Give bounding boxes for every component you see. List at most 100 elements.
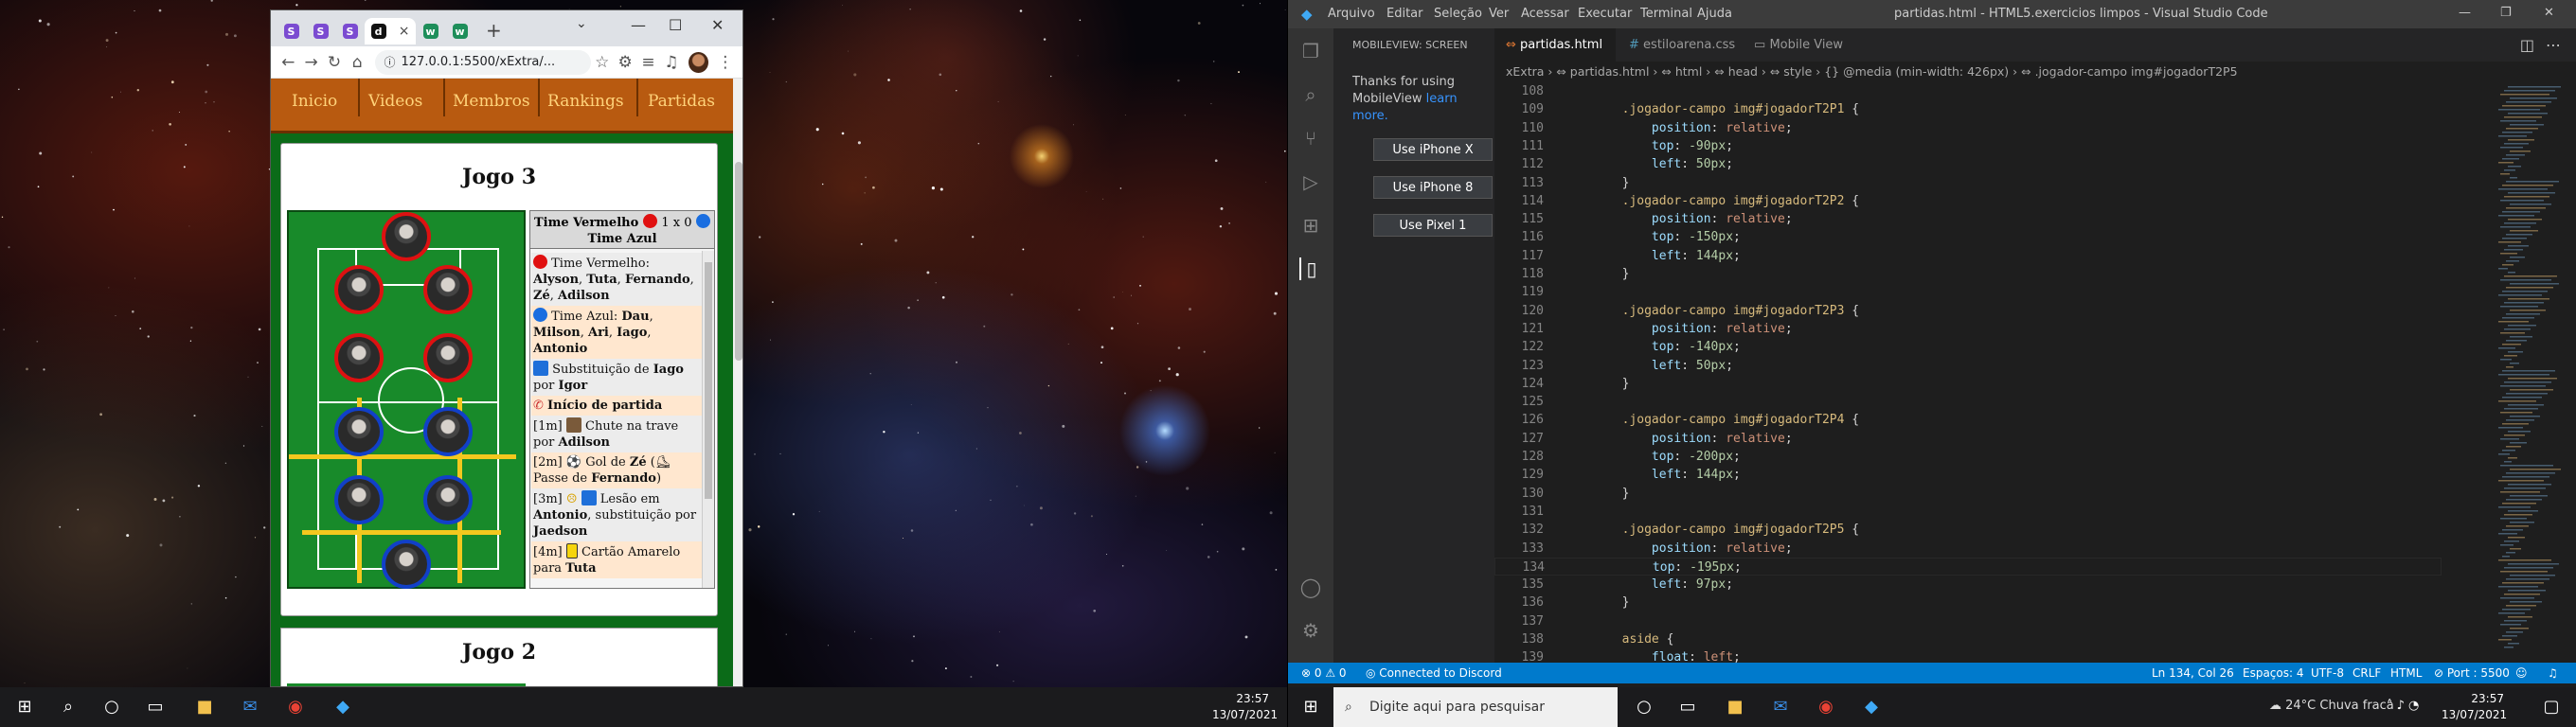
split-editor-icon[interactable]: ◫ <box>2520 36 2534 54</box>
player-blue-avatar[interactable] <box>382 540 431 589</box>
player-blue-avatar[interactable] <box>334 475 384 524</box>
player-red-avatar[interactable] <box>423 333 473 382</box>
mobile-view-icon[interactable]: ▯ <box>1299 257 1322 280</box>
code-line[interactable]: 125 <box>1494 393 2442 411</box>
source-control-icon[interactable]: ⑂ <box>1299 127 1322 150</box>
forward-arrow-icon[interactable]: → <box>299 53 322 72</box>
code-line[interactable]: 117 left: 144px; <box>1494 247 2442 265</box>
code-line[interactable]: 138 aside { <box>1494 630 2442 648</box>
encoding[interactable]: UTF-8 <box>2311 663 2344 683</box>
weather-widget[interactable]: ☁ 24°C Chuva fraca <box>2269 699 2394 713</box>
code-line[interactable]: 135 left: 97px; <box>1494 576 2442 594</box>
code-line[interactable]: 128 top: -200px; <box>1494 448 2442 466</box>
live-server-port[interactable]: ⊘ Port : 5500 <box>2434 663 2510 683</box>
task-view-icon[interactable]: ▭ <box>1676 696 1699 718</box>
media-icon[interactable]: ♫ <box>660 53 683 72</box>
search-icon[interactable]: ⌕ <box>57 696 80 718</box>
code-line[interactable]: 118 } <box>1494 265 2442 283</box>
windows-start-icon[interactable]: ⊞ <box>1299 696 1322 718</box>
menu-selecao[interactable]: Seleção <box>1434 7 1482 21</box>
extensions-icon[interactable]: ⚙ <box>614 53 636 72</box>
scroll-thumb[interactable] <box>705 262 712 499</box>
player-red-avatar[interactable] <box>334 265 384 314</box>
nav-link-rankings[interactable]: Rankings <box>547 92 624 111</box>
code-line[interactable]: 121 position: relative; <box>1494 320 2442 338</box>
taskbar-clock[interactable]: 23:57 13/07/2021 <box>1212 691 1278 723</box>
task-view-icon[interactable]: ▭ <box>144 696 167 718</box>
event-scrollbar[interactable] <box>702 251 714 588</box>
restore-button[interactable]: ❐ <box>2500 6 2512 20</box>
reload-icon[interactable]: ↻ <box>323 53 346 72</box>
profile-avatar[interactable] <box>689 51 708 73</box>
use-iphone-x-button[interactable]: Use iPhone X <box>1373 138 1493 161</box>
line-ending[interactable]: CRLF <box>2352 663 2381 683</box>
minimize-button[interactable]: — <box>631 16 646 34</box>
code-line[interactable]: 119 <box>1494 283 2442 301</box>
extensions-icon[interactable]: ⊞ <box>1299 214 1322 237</box>
taskbar-clock[interactable]: 23:57 13/07/2021 <box>2442 691 2507 723</box>
code-line[interactable]: 112 left: 50px; <box>1494 155 2442 173</box>
code-line[interactable]: 127 position: relative; <box>1494 430 2442 448</box>
account-icon[interactable]: ◯ <box>1299 576 1322 598</box>
code-line[interactable]: 109 .jogador-campo img#jogadorT2P1 { <box>1494 100 2442 118</box>
code-line[interactable]: 126 .jogador-campo img#jogadorT2P4 { <box>1494 411 2442 429</box>
code-line[interactable]: 132 .jogador-campo img#jogadorT2P5 { <box>1494 521 2442 539</box>
breadcrumb[interactable]: xExtra › ⇔ partidas.html › ⇔ html › ⇔ he… <box>1494 62 2576 82</box>
back-arrow-icon[interactable]: ← <box>277 53 299 72</box>
player-red-avatar[interactable] <box>423 265 473 314</box>
menu-ver[interactable]: Ver <box>1489 7 1509 21</box>
code-line[interactable]: 116 top: -150px; <box>1494 228 2442 246</box>
code-line[interactable]: 137 <box>1494 612 2442 630</box>
chrome-icon[interactable]: ◉ <box>1815 696 1837 718</box>
cursor-position[interactable]: Ln 134, Col 26 <box>2152 663 2234 683</box>
system-tray-icons[interactable]: ˄ ♪ ◔ <box>2387 699 2419 713</box>
menu-kebab-icon[interactable]: ⋮ <box>714 53 737 72</box>
bookmark-star-icon[interactable]: ☆ <box>591 53 614 72</box>
player-blue-avatar[interactable] <box>334 407 384 456</box>
maximize-button[interactable]: ☐ <box>669 16 682 34</box>
chrome-icon[interactable]: ◉ <box>284 696 307 718</box>
browser-tab[interactable]: S <box>277 18 306 44</box>
home-icon[interactable]: ⌂ <box>346 53 368 72</box>
code-line[interactable]: 123 left: 50px; <box>1494 357 2442 375</box>
player-red-avatar[interactable] <box>334 333 384 382</box>
nav-link-partidas[interactable]: Partidas <box>648 92 715 111</box>
player-blue-avatar[interactable] <box>423 475 473 524</box>
browser-tab[interactable]: S <box>335 18 365 44</box>
nav-link-inicio[interactable]: Inicio <box>292 92 337 111</box>
code-line[interactable]: 136 } <box>1494 594 2442 612</box>
code-line[interactable]: 122 top: -140px; <box>1494 338 2442 356</box>
code-line[interactable]: 131 <box>1494 503 2442 521</box>
cortana-icon[interactable]: ○ <box>100 696 123 718</box>
tab-mobile-view[interactable]: ▭ Mobile View <box>1743 28 1847 62</box>
close-window-button[interactable]: ✕ <box>2544 6 2554 20</box>
cortana-icon[interactable]: ○ <box>1633 696 1655 718</box>
problems-status[interactable]: ⊗ 0 ⚠ 0 <box>1301 663 1347 683</box>
explorer-icon[interactable]: ❐ <box>1299 40 1322 62</box>
tab-search-icon[interactable]: ⌄ <box>576 16 587 31</box>
menu-acessar[interactable]: Acessar <box>1521 7 1569 21</box>
browser-tab-active[interactable]: d × <box>365 18 416 44</box>
use-pixel-1-button[interactable]: Use Pixel 1 <box>1373 214 1493 237</box>
more-actions-icon[interactable]: ⋯ <box>2546 36 2561 54</box>
settings-gear-icon[interactable]: ⚙ <box>1299 619 1322 642</box>
vscode-icon[interactable]: ◆ <box>331 696 354 718</box>
player-red-avatar[interactable] <box>382 212 431 261</box>
code-line[interactable]: 114 .jogador-campo img#jogadorT2P2 { <box>1494 192 2442 210</box>
discord-status[interactable]: ◎ Connected to Discord <box>1366 663 1502 683</box>
scroll-thumb[interactable] <box>735 162 742 361</box>
address-bar[interactable]: ⓘ 127.0.0.1:5500/xExtra/... <box>374 49 591 75</box>
browser-tab[interactable]: w <box>445 18 474 44</box>
code-line[interactable]: 111 top: -90px; <box>1494 137 2442 155</box>
language-mode[interactable]: HTML <box>2390 663 2422 683</box>
tab-estiloarena-css[interactable]: # estiloarena.css <box>1618 28 1741 62</box>
search-icon[interactable]: ⌕ <box>1299 83 1322 106</box>
code-line[interactable]: 129 left: 144px; <box>1494 466 2442 484</box>
mail-icon[interactable]: ✉ <box>1769 696 1792 718</box>
nav-link-videos[interactable]: Videos <box>368 92 422 111</box>
browser-tab[interactable]: S <box>306 18 335 44</box>
indentation[interactable]: Espaços: 4 <box>2243 663 2304 683</box>
reading-list-icon[interactable]: ≡ <box>636 53 659 72</box>
mail-icon[interactable]: ✉ <box>239 696 261 718</box>
feedback-icon[interactable]: ☺ <box>2515 663 2528 683</box>
